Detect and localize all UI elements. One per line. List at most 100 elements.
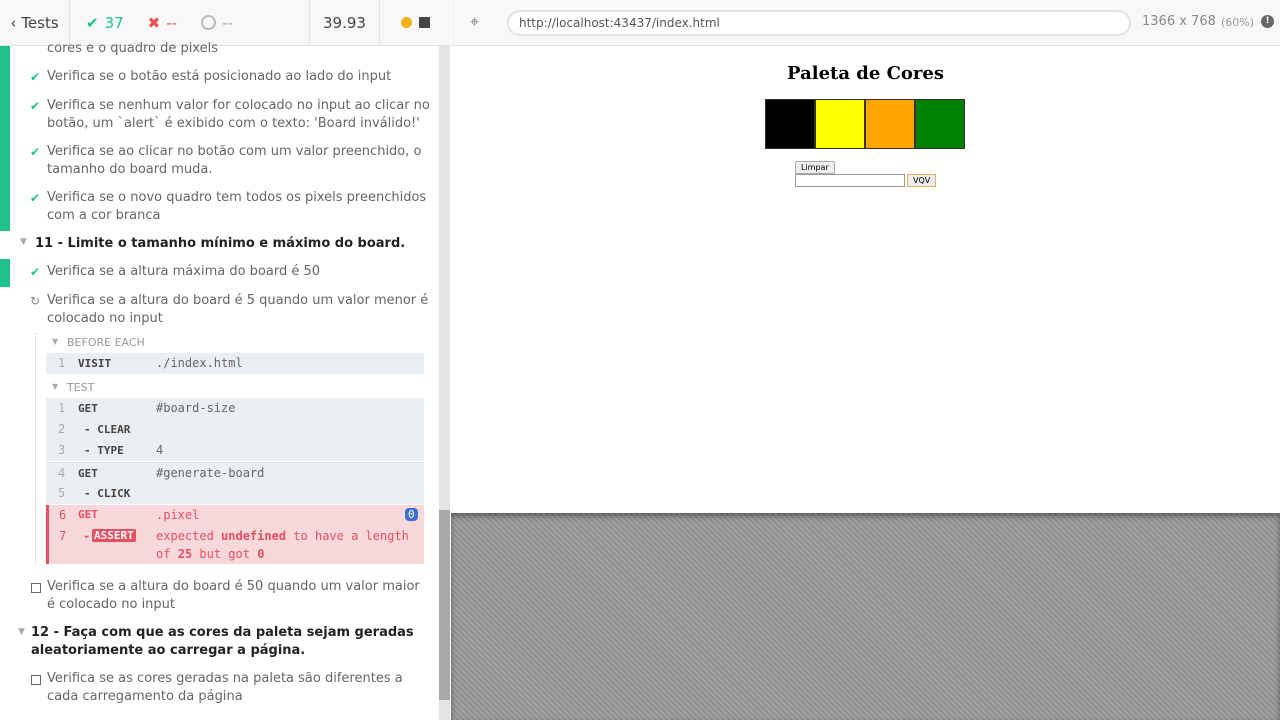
app-title: Paleta de Cores	[787, 63, 944, 84]
command-row[interactable]: 4 GET #generate-board	[46, 462, 424, 483]
scrollbar-thumb[interactable]	[439, 510, 450, 700]
test-title[interactable]: Verifica se o botão está posicionado ao …	[47, 68, 391, 86]
cmd-name: - CLICK	[84, 487, 131, 500]
test-title[interactable]: Verifica se o novo quadro tem todos os p…	[47, 189, 426, 225]
line: Verifica se nenhum valor for colocado no…	[47, 98, 430, 113]
test-title[interactable]: Verifica se ao clicar no botão com um va…	[47, 143, 421, 179]
check-icon: ✔	[30, 265, 41, 279]
hook-test[interactable]: TEST	[67, 381, 94, 394]
hook-before-each[interactable]: BEFORE EACH	[67, 336, 145, 349]
command-row[interactable]: 3 - TYPE 4	[46, 440, 424, 461]
suite-title[interactable]: 12 - Faça com que as cores da paleta sej…	[31, 624, 414, 660]
command-row[interactable]: 2 - CLEAR	[46, 419, 424, 440]
msg: 0	[257, 547, 265, 561]
line: colocado no input	[47, 311, 163, 326]
scrollbar[interactable]	[439, 46, 450, 720]
passed-stripe	[0, 46, 10, 231]
pending-square-icon	[31, 583, 41, 593]
log-guide	[35, 333, 36, 565]
failed-count: --	[166, 13, 178, 32]
pending-count: --	[222, 13, 233, 32]
test-title[interactable]: Verifica se nenhum valor for colocado no…	[47, 97, 430, 133]
cmd-number: 1	[58, 356, 66, 370]
stop-icon[interactable]	[419, 17, 430, 28]
x-icon: ✖	[147, 13, 161, 32]
command-row[interactable]: 1 VISIT ./index.html	[46, 353, 424, 374]
check-icon: ✔	[30, 99, 41, 113]
cmd-name: GET	[78, 402, 98, 415]
cmd-name: - CLEAR	[84, 423, 131, 436]
info-icon[interactable]: !	[1261, 15, 1274, 28]
line: Verifica se a altura do board é 5 quando…	[47, 293, 429, 308]
cmd-number: 1	[58, 401, 66, 415]
check-icon: ✔	[30, 70, 41, 84]
line: cada carregamento da página	[47, 689, 243, 704]
aut-background	[451, 513, 1280, 720]
check-icon: ✔	[30, 191, 41, 205]
line: botão, um `alert` é exibido com o texto:…	[47, 116, 420, 131]
cmd-number: 6	[59, 508, 67, 522]
cmd-name: GET	[78, 508, 98, 521]
generate-board-button[interactable]: VQV	[907, 174, 937, 187]
caret-down-icon: ▼	[18, 627, 25, 637]
reporter-panel: ‹Tests ✔37 ✖-- -- 39.93 ↕ cores e o quad…	[0, 0, 450, 720]
cmd-name: GET	[78, 467, 98, 480]
viewport-scale: (60%)	[1221, 16, 1255, 29]
tests-label: Tests	[21, 13, 59, 32]
line: Verifica se as cores geradas na paleta s…	[47, 671, 403, 686]
url-bar[interactable]: http://localhost:43437/index.html	[507, 10, 1131, 36]
board-size-input[interactable]	[795, 174, 905, 187]
line: com a cor branca	[47, 208, 161, 223]
caret-down-icon: ▼	[52, 382, 59, 391]
line: Verifica se ao clicar no botão com um va…	[47, 144, 422, 159]
cmd-arg: #board-size	[156, 401, 236, 415]
selector-playground-crosshair-icon[interactable]: ⌖	[470, 12, 479, 32]
auto-scroll-dot-icon[interactable]	[400, 17, 412, 28]
cmd-number: 4	[58, 466, 66, 480]
chevron-left-icon: ‹	[10, 13, 17, 32]
suite-title[interactable]: 11 - Limite o tamanho mínimo e máximo do…	[35, 235, 405, 253]
failed-command[interactable]: 6 GET .pixel 0 7 - ASSERT expected undef…	[46, 505, 424, 564]
check-icon: ✔	[30, 145, 41, 159]
command-row[interactable]: 1 GET #board-size	[46, 398, 424, 419]
line: aleatoriamente ao carregar a página.	[31, 643, 306, 658]
cmd-dash: -	[83, 529, 91, 543]
passed-count: 37	[104, 13, 124, 32]
app-preview: Paleta de Cores Limpar VQV	[451, 46, 1280, 513]
cmd-arg: .pixel	[156, 508, 200, 522]
cmd-arg: #generate-board	[156, 466, 265, 480]
palette-color[interactable]	[765, 99, 815, 149]
test-title[interactable]: Verifica se a altura do board é 50 quand…	[47, 578, 420, 614]
palette-color[interactable]	[915, 99, 965, 149]
test-title: cores e o quadro de pixels	[47, 41, 219, 56]
cmd-arg: 4	[156, 443, 164, 457]
check-icon: ✔	[86, 13, 99, 32]
command-row[interactable]: 5 - CLICK	[46, 483, 424, 504]
elements-count-badge: 0	[405, 508, 418, 521]
assert-badge: ASSERT	[92, 529, 136, 542]
line: tamanho do board muda.	[47, 162, 213, 177]
palette-color[interactable]	[865, 99, 915, 149]
line: 12 - Faça com que as cores da paleta sej…	[31, 625, 414, 640]
viewport-size: 1366 x 768	[1142, 14, 1216, 29]
aut-header: ⌖ http://localhost:43437/index.html 1366…	[451, 0, 1280, 46]
passed-stripe	[0, 259, 10, 287]
msg: of	[156, 547, 171, 561]
pending-icon	[201, 15, 217, 30]
aut-panel: ⌖ http://localhost:43437/index.html 1366…	[451, 0, 1280, 720]
msg: to have a length	[293, 529, 409, 543]
duration: 39.93	[310, 0, 380, 46]
tests-button[interactable]: ‹ Tests	[0, 0, 70, 46]
line: Verifica se a altura do board é 50 quand…	[47, 579, 420, 594]
caret-down-icon: ▼	[20, 237, 27, 247]
cmd-name: VISIT	[78, 357, 112, 370]
test-title[interactable]: Verifica se a altura do board é 5 quando…	[47, 292, 428, 328]
test-title[interactable]: Verifica se as cores geradas na paleta s…	[47, 670, 403, 706]
pending-square-icon	[31, 675, 41, 685]
palette-color[interactable]	[815, 99, 865, 149]
cmd-number: 2	[58, 422, 66, 436]
cmd-number: 7	[59, 529, 67, 543]
caret-down-icon: ▼	[52, 337, 59, 346]
clear-button[interactable]: Limpar	[795, 161, 835, 174]
test-title[interactable]: Verifica se a altura máxima do board é 5…	[47, 263, 320, 281]
